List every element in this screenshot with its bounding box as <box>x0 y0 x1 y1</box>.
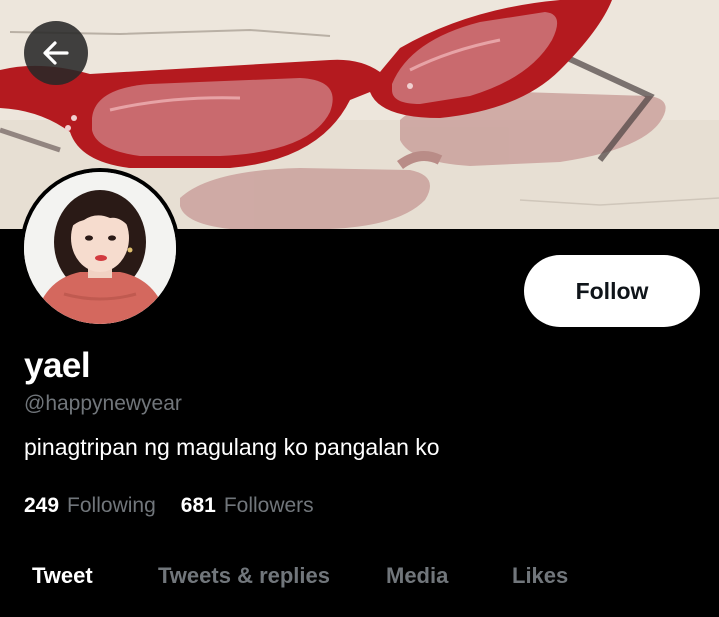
display-name: yael <box>24 346 91 385</box>
tab-tweets-and-replies[interactable]: Tweets & replies <box>158 548 330 604</box>
following-count: 249 <box>24 494 60 517</box>
tab-likes[interactable]: Likes <box>512 548 568 604</box>
profile-page: Follow yael @happynewyear pinagtripan ng… <box>0 0 719 617</box>
following-label: Following <box>67 494 156 517</box>
tab-tweet[interactable]: Tweet <box>32 548 93 604</box>
tab-media[interactable]: Media <box>386 548 448 604</box>
followers-label: Followers <box>223 494 314 517</box>
profile-tabs: Tweet Tweets & replies Media Likes <box>0 548 719 604</box>
user-handle: @happynewyear <box>24 392 182 415</box>
follow-button[interactable]: Follow <box>524 255 700 327</box>
following-stat[interactable]: 249 Following <box>24 494 156 518</box>
arrow-left-icon <box>43 41 69 65</box>
profile-bio: pinagtripan ng magulang ko pangalan ko <box>24 434 440 460</box>
back-button[interactable] <box>24 21 88 85</box>
avatar[interactable] <box>20 168 180 328</box>
avatar-image <box>24 172 176 324</box>
followers-stat[interactable]: 681 Followers <box>181 494 314 518</box>
profile-stats: 249 Following 681 Followers <box>24 494 314 518</box>
profile-photo-icon <box>24 172 176 324</box>
followers-count: 681 <box>180 494 216 517</box>
